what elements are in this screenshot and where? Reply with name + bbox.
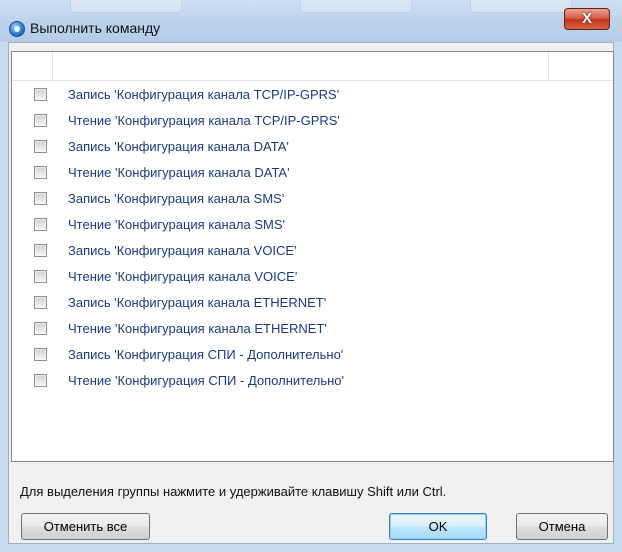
item-checkbox[interactable] — [34, 192, 47, 205]
list-item[interactable]: Чтение 'Конфигурация канала TCP/IP-GPRS' — [12, 108, 613, 134]
item-label: Запись 'Конфигурация канала DATA' — [68, 139, 289, 154]
item-checkbox[interactable] — [34, 244, 47, 257]
item-label: Чтение 'Конфигурация канала VOICE' — [68, 269, 298, 284]
selection-hint: Для выделения группы нажмите и удерживай… — [20, 484, 447, 499]
item-checkbox[interactable] — [34, 270, 47, 283]
column-divider[interactable] — [548, 52, 549, 80]
list-item[interactable]: Чтение 'Конфигурация канала ETHERNET' — [12, 316, 613, 342]
item-checkbox[interactable] — [34, 348, 47, 361]
list-item[interactable]: Чтение 'Конфигурация канала SMS' — [12, 212, 613, 238]
title-bar[interactable]: Выполнить команду X — [0, 0, 622, 42]
list-item[interactable]: Чтение 'Конфигурация канала DATA' — [12, 160, 613, 186]
item-checkbox[interactable] — [34, 374, 47, 387]
command-list[interactable]: Запись 'Конфигурация канала TCP/IP-GPRS'… — [11, 51, 614, 462]
item-checkbox[interactable] — [34, 296, 47, 309]
close-button[interactable]: X — [564, 8, 610, 30]
list-item[interactable]: Чтение 'Конфигурация СПИ - Дополнительно… — [12, 368, 613, 394]
dialog-window: Выполнить команду X Запись 'Конфигурация… — [0, 0, 622, 552]
list-item[interactable]: Запись 'Конфигурация канала SMS' — [12, 186, 613, 212]
background-tab — [70, 0, 182, 13]
item-label: Чтение 'Конфигурация канала SMS' — [68, 217, 286, 232]
item-checkbox[interactable] — [34, 166, 47, 179]
item-checkbox[interactable] — [34, 322, 47, 335]
deselect-all-button[interactable]: Отменить все — [21, 513, 150, 540]
item-label: Чтение 'Конфигурация канала TCP/IP-GPRS' — [68, 113, 340, 128]
ok-button[interactable]: OK — [389, 513, 487, 540]
item-label: Запись 'Конфигурация канала SMS' — [68, 191, 285, 206]
list-item[interactable]: Запись 'Конфигурация канала TCP/IP-GPRS' — [12, 82, 613, 108]
window-title: Выполнить команду — [30, 20, 161, 36]
item-checkbox[interactable] — [34, 140, 47, 153]
column-divider[interactable] — [52, 52, 53, 80]
list-item[interactable]: Запись 'Конфигурация канала ETHERNET' — [12, 290, 613, 316]
item-label: Чтение 'Конфигурация канала DATA' — [68, 165, 290, 180]
background-tab — [300, 0, 412, 13]
item-checkbox[interactable] — [34, 218, 47, 231]
item-label: Запись 'Конфигурация СПИ - Дополнительно… — [68, 347, 344, 362]
item-checkbox[interactable] — [34, 88, 47, 101]
item-label: Запись 'Конфигурация канала VOICE' — [68, 243, 297, 258]
close-icon: X — [581, 10, 592, 27]
item-label: Чтение 'Конфигурация канала ETHERNET' — [68, 321, 327, 336]
cancel-button[interactable]: Отмена — [516, 513, 608, 540]
item-label: Чтение 'Конфигурация СПИ - Дополнительно… — [68, 373, 344, 388]
item-label: Запись 'Конфигурация канала ETHERNET' — [68, 295, 327, 310]
list-item[interactable]: Запись 'Конфигурация СПИ - Дополнительно… — [12, 342, 613, 368]
app-icon — [9, 21, 25, 37]
list-item[interactable]: Запись 'Конфигурация канала VOICE' — [12, 238, 613, 264]
list-item[interactable]: Чтение 'Конфигурация канала VOICE' — [12, 264, 613, 290]
item-label: Запись 'Конфигурация канала TCP/IP-GPRS' — [68, 87, 340, 102]
list-header — [12, 52, 613, 81]
list-item[interactable]: Запись 'Конфигурация канала DATA' — [12, 134, 613, 160]
background-window-tabs — [0, 0, 622, 14]
item-checkbox[interactable] — [34, 114, 47, 127]
background-tab — [470, 0, 572, 13]
